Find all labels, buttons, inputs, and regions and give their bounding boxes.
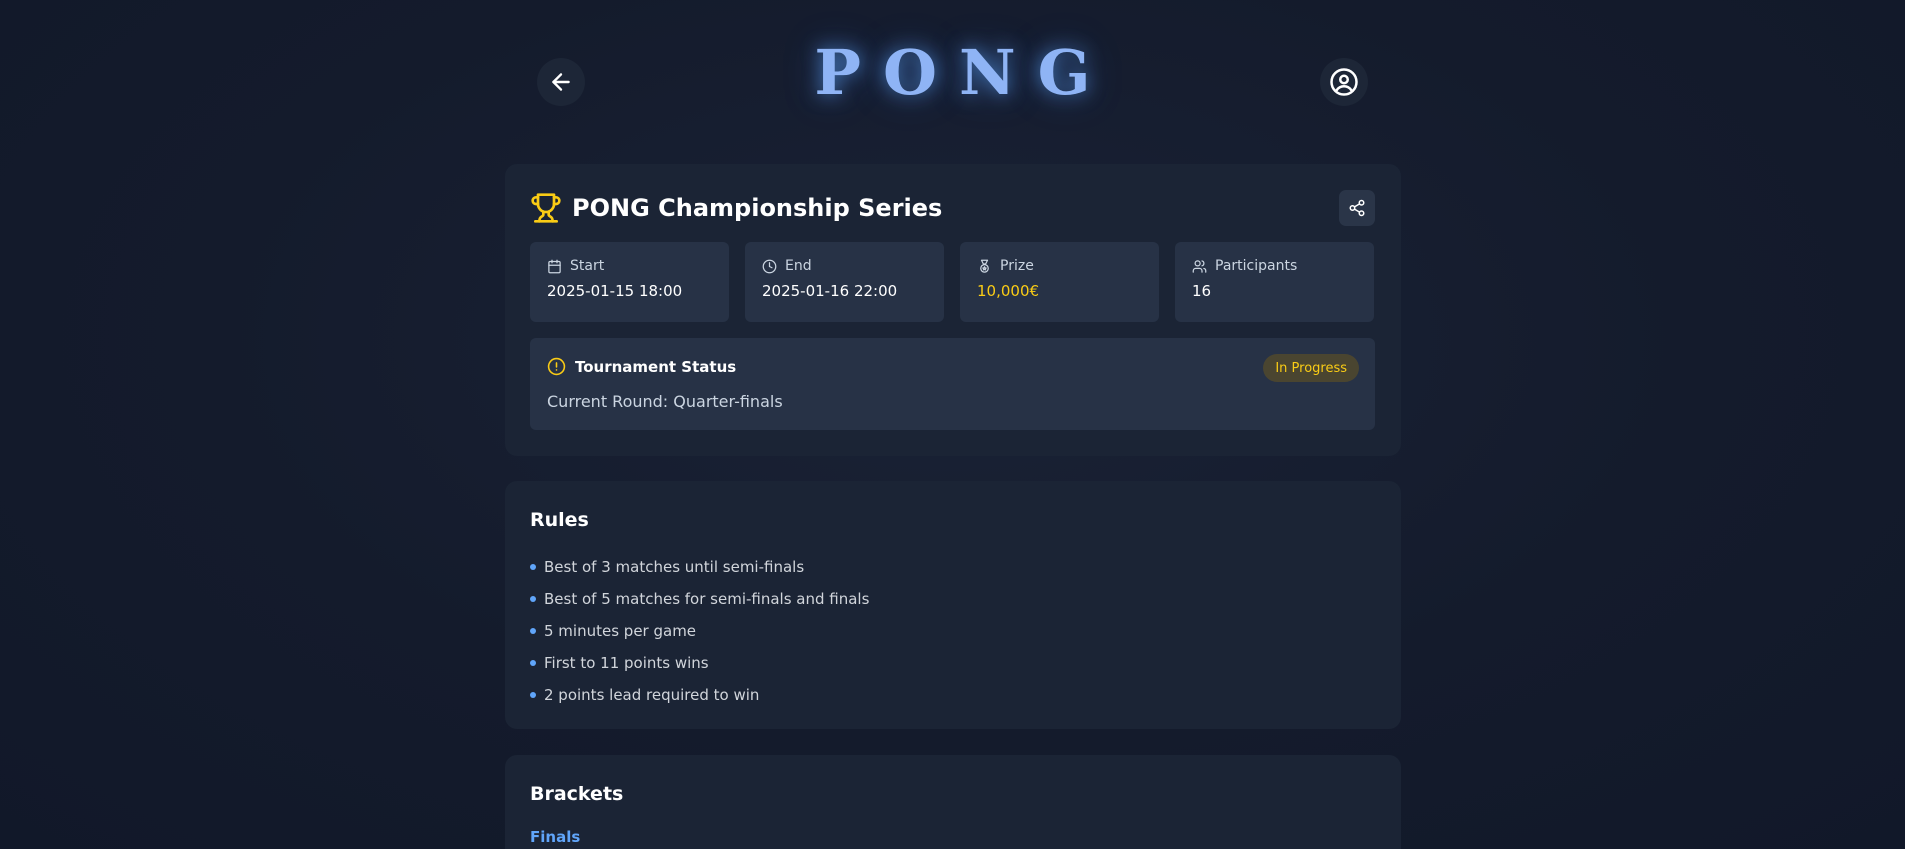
list-item: 5 minutes per game bbox=[530, 615, 869, 647]
status-badge: In Progress bbox=[1263, 354, 1359, 382]
list-item: 2 points lead required to win bbox=[530, 679, 869, 711]
status-title: Tournament Status bbox=[575, 357, 737, 376]
calendar-icon bbox=[548, 259, 561, 273]
tournament-title: PONG Championship Series bbox=[572, 194, 943, 222]
rules-card: Rules Best of 3 matches until semi-final… bbox=[505, 481, 1401, 729]
rule-text: Best of 5 matches for semi-finals and fi… bbox=[544, 590, 870, 608]
stat-label: Participants bbox=[1215, 258, 1298, 274]
stat-label: Prize bbox=[1000, 258, 1034, 274]
stat-value: 16 bbox=[1192, 282, 1212, 300]
rules-list: Best of 3 matches until semi-finals Best… bbox=[530, 551, 869, 711]
stat-value: 10,000€ bbox=[977, 282, 1040, 300]
tournament-status: Tournament Status In Progress Current Ro… bbox=[530, 338, 1375, 430]
stat-label: Start bbox=[570, 258, 605, 274]
stat-value: 2025-01-15 18:00 bbox=[547, 282, 683, 300]
list-item: Best of 5 matches for semi-finals and fi… bbox=[530, 583, 869, 615]
list-item: First to 11 points wins bbox=[530, 647, 869, 679]
bracket-round-label: Finals bbox=[530, 828, 581, 846]
rules-title: Rules bbox=[530, 509, 589, 531]
share-icon bbox=[1349, 199, 1365, 217]
bullet bbox=[530, 628, 536, 634]
medal-icon bbox=[980, 259, 989, 273]
tournament-header: PONG Championship Series bbox=[530, 192, 942, 224]
bullet bbox=[530, 564, 536, 570]
tournament-stats: Start 2025-01-15 18:00 End 2025-01-16 22… bbox=[530, 242, 1374, 322]
bullet bbox=[530, 660, 536, 666]
app-logo[interactable]: PONG bbox=[0, 36, 1905, 109]
trophy-icon bbox=[531, 193, 561, 223]
brackets-card: Brackets Finals bbox=[505, 755, 1401, 849]
rule-text: 2 points lead required to win bbox=[544, 686, 760, 704]
user-circle-icon bbox=[1330, 68, 1358, 96]
rule-text: Best of 3 matches until semi-finals bbox=[544, 558, 805, 576]
current-round: Current Round: Quarter-finals bbox=[547, 392, 783, 411]
stat-value: 2025-01-16 22:00 bbox=[762, 282, 898, 300]
stat-participants: Participants 16 bbox=[1175, 242, 1374, 322]
bullet bbox=[530, 692, 536, 698]
rule-text: First to 11 points wins bbox=[544, 654, 709, 672]
stat-label: End bbox=[785, 258, 812, 274]
brackets-title: Brackets bbox=[530, 783, 624, 805]
clock-icon bbox=[762, 259, 777, 273]
list-item: Best of 3 matches until semi-finals bbox=[530, 551, 869, 583]
share-button[interactable] bbox=[1339, 190, 1375, 226]
alert-circle-icon bbox=[547, 357, 566, 376]
users-icon bbox=[1192, 259, 1207, 273]
bullet bbox=[530, 596, 536, 602]
profile-button[interactable] bbox=[1320, 58, 1368, 106]
stat-prize: Prize 10,000€ bbox=[960, 242, 1159, 322]
stat-start: Start 2025-01-15 18:00 bbox=[530, 242, 729, 322]
tournament-page: PONG PONG Championship Series Start 2025… bbox=[0, 0, 1905, 849]
tournament-info-card: PONG Championship Series Start 2025-01-1… bbox=[505, 164, 1401, 456]
stat-end: End 2025-01-16 22:00 bbox=[745, 242, 944, 322]
rule-text: 5 minutes per game bbox=[544, 622, 697, 640]
